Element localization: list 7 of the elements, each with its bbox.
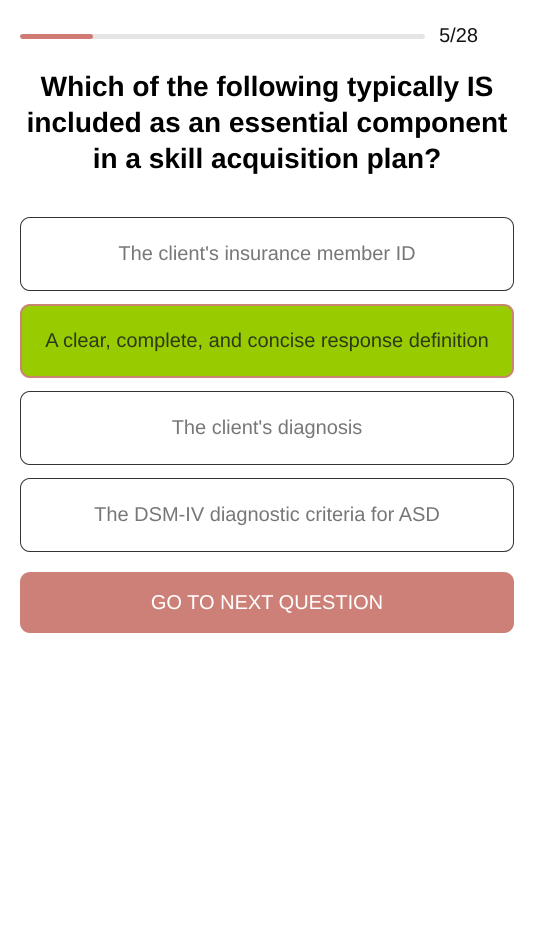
answer-option[interactable]: The client's diagnosis: [20, 391, 514, 465]
next-question-button[interactable]: GO TO NEXT QUESTION: [20, 572, 514, 633]
question-counter: 5/28: [439, 24, 478, 49]
answer-option[interactable]: The DSM-IV diagnostic criteria for ASD: [20, 478, 514, 552]
answer-option[interactable]: A clear, complete, and concise response definition: [20, 304, 514, 378]
question-text: Which of the following typically IS included as an essential component in a skill acquisition plan?: [26, 70, 508, 176]
answer-option[interactable]: The client's insurance member ID: [20, 217, 514, 291]
